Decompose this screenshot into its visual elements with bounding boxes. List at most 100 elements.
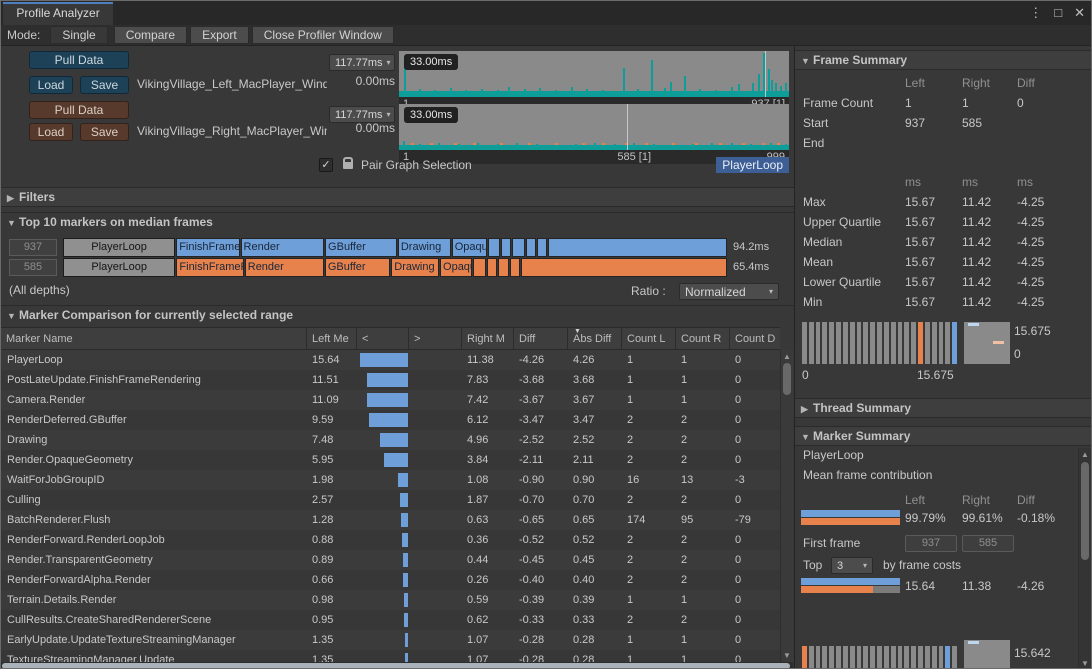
frame-summary-histogram[interactable] [802, 322, 957, 364]
top10-segment[interactable] [488, 238, 500, 257]
scrollbar-thumb[interactable] [2, 663, 790, 669]
pair-graph-checkbox[interactable]: ✓ [319, 158, 333, 172]
comparison-cell: 0 [729, 590, 780, 610]
top10-segment-render[interactable]: Render [241, 238, 325, 257]
save-left-button[interactable]: Save [80, 76, 129, 94]
pull-data-left-button[interactable]: Pull Data [29, 51, 129, 69]
top-n-dropdown[interactable]: 3▾ [831, 557, 873, 574]
top10-frame-number[interactable]: 937 [9, 239, 57, 256]
comparison-row[interactable]: PlayerLoop15.6411.38-4.264.26110 [1, 350, 780, 370]
marker-summary-scrollbar[interactable]: ▲ ▼ [1078, 448, 1091, 669]
maximize-icon[interactable]: □ [1054, 4, 1062, 22]
toolbar-button-close-profiler[interactable]: Close Profiler Window [252, 26, 394, 44]
first-frame-right-button[interactable]: 585 [962, 535, 1014, 552]
tab-profile-analyzer[interactable]: Profile Analyzer [3, 2, 113, 25]
comparison-row[interactable]: PostLateUpdate.FinishFrameRendering11.51… [1, 370, 780, 390]
filters-header[interactable]: ▶Filters [1, 187, 794, 207]
selected-marker-chip[interactable]: PlayerLoop [716, 157, 789, 173]
top10-segment-gbuffer[interactable]: GBuffer [325, 238, 397, 257]
frame-summary-header[interactable]: ▼Frame Summary [795, 50, 1091, 70]
top10-segment[interactable] [498, 258, 509, 277]
marker-summary-histogram[interactable] [802, 646, 957, 669]
scroll-up-icon[interactable]: ▲ [1079, 450, 1091, 459]
top10-segment-playerloop[interactable]: PlayerLoop [63, 238, 175, 257]
comparison-vertical-scrollbar[interactable]: ▲ ▼ [780, 350, 793, 662]
toolbar-button-single[interactable]: Single [50, 26, 107, 44]
top10-frame-number[interactable]: 585 [9, 259, 57, 276]
scroll-down-icon[interactable]: ▼ [1079, 659, 1091, 668]
top10-segment-opaqu[interactable]: Opaqu [452, 238, 487, 257]
top10-segment-playerloop[interactable]: PlayerLoop [63, 258, 175, 277]
close-icon[interactable]: ✕ [1074, 4, 1085, 22]
thread-summary-header[interactable]: ▶Thread Summary [795, 398, 1091, 418]
comparison-row[interactable]: Drawing7.484.96-2.522.52220 [1, 430, 780, 450]
top10-segment[interactable] [501, 238, 512, 257]
top10-segment[interactable] [512, 238, 524, 257]
scrollbar-thumb[interactable] [783, 363, 791, 395]
column-header-<[interactable]: < [356, 328, 408, 349]
toolbar-button-compare[interactable]: Compare [114, 26, 187, 44]
column-header->[interactable]: > [408, 328, 461, 349]
top10-segment-drawing[interactable]: Drawing [391, 258, 439, 277]
top10-segment[interactable] [521, 258, 727, 277]
scroll-up-icon[interactable]: ▲ [781, 352, 793, 361]
top10-segment-finishframer[interactable]: FinishFrameR [176, 238, 239, 257]
toolbar-button-export[interactable]: Export [190, 26, 249, 44]
top10-segment[interactable] [537, 238, 548, 257]
histogram-bar [925, 322, 930, 364]
top10-segment[interactable] [548, 238, 727, 257]
save-right-button[interactable]: Save [80, 123, 129, 141]
pull-data-right-button[interactable]: Pull Data [29, 101, 129, 119]
top10-segment[interactable] [510, 258, 521, 277]
menu-icon[interactable]: ⋮ [1029, 4, 1042, 22]
top10-segment-opaqu[interactable]: Opaqu [440, 258, 472, 277]
frame-graph-right[interactable]: 33.00ms [399, 104, 789, 150]
comparison-row[interactable]: Render.OpaqueGeometry5.953.84-2.112.1122… [1, 450, 780, 470]
scale-min-left: 0.00ms [331, 74, 395, 88]
comparison-header[interactable]: ▼Marker Comparison for currently selecte… [1, 305, 794, 325]
load-right-button[interactable]: Load [29, 123, 73, 141]
column-header-left-me[interactable]: Left Me [306, 328, 356, 349]
load-left-button[interactable]: Load [29, 76, 73, 94]
comparison-row[interactable]: TextureStreamingManager.Update1.351.07-0… [1, 650, 780, 662]
top10-segment[interactable] [526, 238, 536, 257]
top10-segment-finishframer[interactable]: FinishFrameR [176, 258, 243, 277]
comparison-row[interactable]: RenderForward.RenderLoopJob0.880.36-0.52… [1, 530, 780, 550]
column-header-diff[interactable]: Diff [513, 328, 567, 349]
comparison-row[interactable]: CullResults.CreateSharedRendererScene0.9… [1, 610, 780, 630]
scroll-down-icon[interactable]: ▼ [781, 651, 793, 660]
top10-bar-left[interactable]: PlayerLoopFinishFrameRRenderGBufferDrawi… [63, 238, 728, 257]
column-header-count-l[interactable]: Count L [621, 328, 675, 349]
column-header-abs-diff[interactable]: ▼Abs Diff [567, 328, 621, 349]
top10-segment-render[interactable]: Render [245, 258, 324, 277]
top10-bar-right[interactable]: PlayerLoopFinishFrameRRenderGBufferDrawi… [63, 258, 728, 277]
top10-segment-drawing[interactable]: Drawing [398, 238, 451, 257]
comparison-row[interactable]: WaitForJobGroupID1.981.08-0.900.901613-3 [1, 470, 780, 490]
comparison-row[interactable]: RenderDeferred.GBuffer9.596.12-3.473.472… [1, 410, 780, 430]
top10-segment[interactable] [487, 258, 498, 277]
comparison-row[interactable]: Terrain.Details.Render0.980.59-0.390.391… [1, 590, 780, 610]
top10-header[interactable]: ▼Top 10 markers on median frames [1, 212, 794, 232]
frame-graph-left[interactable]: 33.00ms [399, 51, 789, 97]
first-frame-left-button[interactable]: 937 [905, 535, 957, 552]
scrollbar-thumb[interactable] [1081, 462, 1089, 560]
value-right: 1 [962, 93, 969, 113]
top10-segment-gbuffer[interactable]: GBuffer [325, 258, 390, 277]
comparison-row[interactable]: RenderForwardAlpha.Render0.660.26-0.400.… [1, 570, 780, 590]
column-header-right-m[interactable]: Right M [461, 328, 513, 349]
comparison-row[interactable]: EarlyUpdate.UpdateTextureStreamingManage… [1, 630, 780, 650]
comparison-horizontal-scrollbar[interactable] [1, 662, 793, 669]
top10-segment[interactable] [473, 258, 486, 277]
comparison-row[interactable]: Culling2.571.87-0.700.70220 [1, 490, 780, 510]
comparison-row[interactable]: Render.TransparentGeometry0.890.44-0.450… [1, 550, 780, 570]
ratio-dropdown[interactable]: Normalized▾ [679, 283, 779, 300]
marker-summary-header[interactable]: ▼Marker Summary [795, 426, 1091, 446]
comparison-cell: Camera.Render [1, 390, 306, 410]
column-header-count-r[interactable]: Count R [675, 328, 729, 349]
column-header-marker-name[interactable]: Marker Name [1, 328, 306, 349]
comparison-row[interactable]: Camera.Render11.097.42-3.673.67110 [1, 390, 780, 410]
lock-icon[interactable] [343, 162, 353, 169]
column-header-count-d[interactable]: Count D [729, 328, 780, 349]
comparison-row[interactable]: BatchRenderer.Flush1.280.63-0.650.651749… [1, 510, 780, 530]
scale-max-left-dropdown[interactable]: 117.77ms▾ [329, 54, 395, 71]
